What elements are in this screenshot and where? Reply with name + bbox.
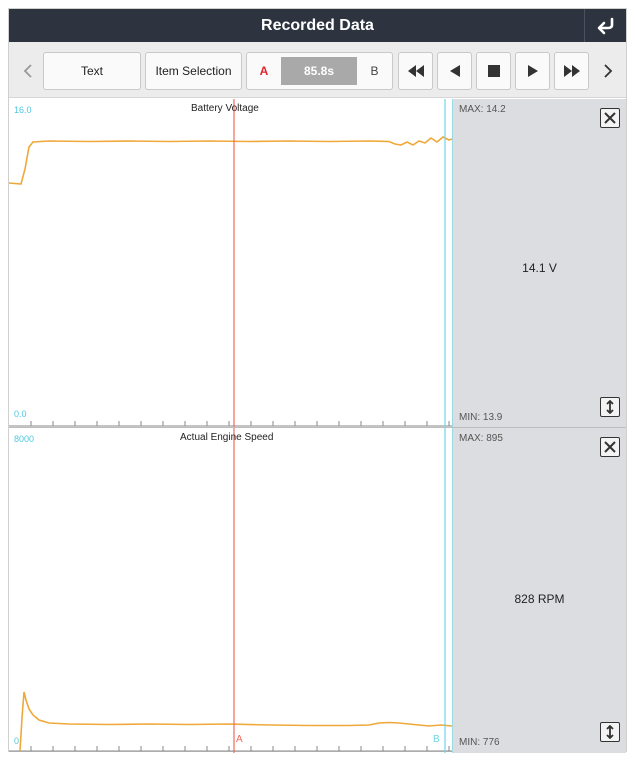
engine-speed-panel: 8000 0 Actual Engine Speed A B MAX: 895 … <box>9 428 626 753</box>
page-title: Recorded Data <box>261 17 374 34</box>
return-button[interactable] <box>584 9 626 42</box>
title-bar: Recorded Data <box>9 9 626 42</box>
play-icon <box>527 65 538 77</box>
battery-voltage-info: MAX: 14.2 14.1 V MIN: 13.9 <box>452 99 626 427</box>
marker-b-button[interactable]: B <box>357 53 392 89</box>
return-arrow-icon <box>597 17 614 35</box>
y-axis-min-label: 0 <box>14 736 20 746</box>
close-graph-button[interactable] <box>600 108 620 128</box>
graph-title: Battery Voltage <box>191 103 259 114</box>
max-value: MAX: 14.2 <box>459 104 506 115</box>
stop-icon <box>487 65 500 77</box>
cursor-a-label: A <box>236 734 243 745</box>
item-selection-button[interactable]: Item Selection <box>145 52 242 90</box>
y-axis-max-label: 8000 <box>14 434 35 444</box>
battery-voltage-chart <box>9 99 452 427</box>
engine-speed-chart <box>9 428 452 753</box>
text-button[interactable]: Text <box>43 52 141 90</box>
x-axis-ticks <box>9 746 452 752</box>
current-value: 828 RPM <box>514 592 565 606</box>
scale-adjust-button[interactable] <box>600 722 620 742</box>
recorded-data-window: Recorded Data Text Item Selection A 85.8… <box>8 8 627 753</box>
y-axis-min-label: 0.0 <box>14 409 27 419</box>
y-axis-max-label: 16.0 <box>14 105 32 115</box>
step-back-button[interactable] <box>437 52 472 90</box>
fast-rewind-button[interactable] <box>398 52 433 90</box>
scale-adjust-button[interactable] <box>600 397 620 417</box>
vertical-scale-icon <box>606 725 614 739</box>
previous-page-button[interactable] <box>17 52 39 90</box>
time-display: 85.8s <box>281 57 357 85</box>
battery-voltage-trace <box>9 136 452 185</box>
step-back-icon <box>449 65 460 77</box>
close-icon <box>604 441 616 453</box>
engine-speed-info: MAX: 895 828 RPM MIN: 776 <box>452 428 626 753</box>
min-value: MIN: 13.9 <box>459 412 503 423</box>
ab-marker-control: A 85.8s B <box>246 52 393 90</box>
engine-speed-graph[interactable]: 8000 0 Actual Engine Speed A B <box>9 428 452 753</box>
chevron-left-icon <box>23 64 32 78</box>
chevron-right-icon <box>604 64 613 78</box>
play-button[interactable] <box>515 52 550 90</box>
x-axis-ticks <box>9 421 452 427</box>
fast-forward-icon <box>563 65 580 77</box>
cursor-b-label: B <box>433 734 440 745</box>
fast-forward-button[interactable] <box>554 52 589 90</box>
graph-title: Actual Engine Speed <box>180 432 274 443</box>
current-value: 14.1 V <box>522 261 557 275</box>
close-icon <box>604 112 616 124</box>
min-value: MIN: 776 <box>459 737 500 748</box>
battery-voltage-panel: 16.0 0.0 Battery Voltage MAX: 14.2 14.1 … <box>9 99 626 427</box>
toolbar: Text Item Selection A 85.8s B <box>9 42 626 98</box>
max-value: MAX: 895 <box>459 433 503 444</box>
close-graph-button[interactable] <box>600 437 620 457</box>
next-page-button[interactable] <box>597 52 619 90</box>
battery-voltage-graph[interactable]: 16.0 0.0 Battery Voltage <box>9 99 452 427</box>
vertical-scale-icon <box>606 400 614 414</box>
fast-rewind-icon <box>407 65 424 77</box>
marker-a-button[interactable]: A <box>247 53 281 89</box>
stop-button[interactable] <box>476 52 511 90</box>
